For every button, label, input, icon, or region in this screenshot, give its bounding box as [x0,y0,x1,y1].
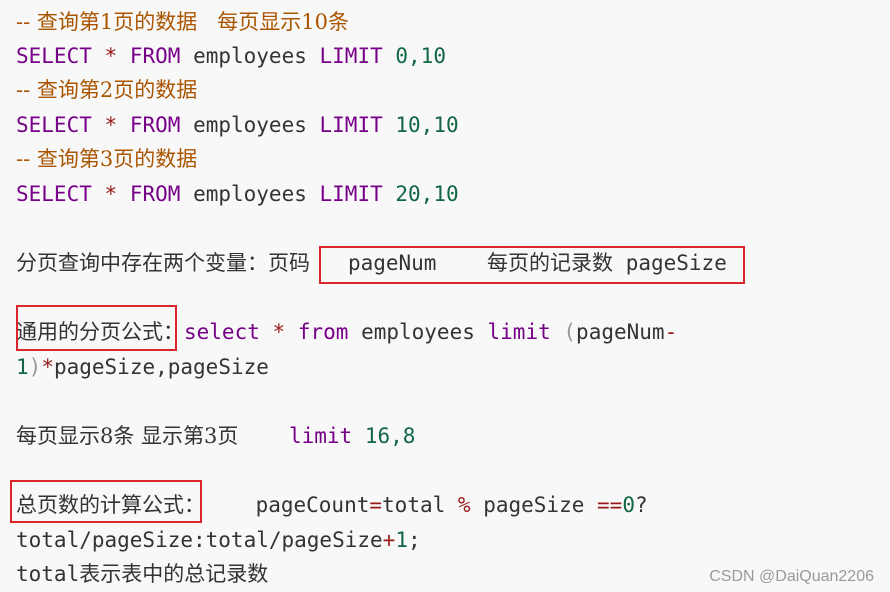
limit-values: 0,10 [395,44,446,68]
from-keyword: FROM [129,113,181,137]
table-name: employees [193,182,307,206]
star-operator: * [272,320,286,344]
times-operator: * [41,355,54,379]
star-operator: * [104,182,118,206]
limit-keyword: LIMIT [319,182,383,206]
select-keyword: select [184,320,260,344]
total-description: 表示表中的总记录数 [79,562,269,586]
limit-values: 10,10 [395,113,459,137]
page-size-variable: pageSize [483,493,585,517]
page-num-variable: pageNum [347,251,437,275]
one-literal: 1 [395,528,408,552]
select-keyword: SELECT [16,44,92,68]
csdn-watermark: CSDN @DaiQuan2206 [709,568,874,585]
formula-rest: pageSize,pageSize [53,355,269,379]
page-size-label: 每页的记录数 [487,251,614,275]
total-formula-line: 总页数的计算公式： pageCount=total % pageSize ==0… [16,488,648,522]
select-keyword: SELECT [16,182,92,206]
code-line-query3: SELECT * FROM employees LIMIT 20,10 [16,177,459,211]
table-name: employees [361,320,475,344]
zero-literal: 0 [622,493,635,517]
total-formula-label: 总页数的计算公式： [16,493,205,517]
one-literal: 1 [16,355,29,379]
select-keyword: SELECT [16,113,92,137]
code-comment-page3: -- 查询第3页的数据 [16,147,198,171]
total-code: total [16,562,80,586]
plus-operator: + [382,528,396,552]
limit-keyword: limit [288,424,353,448]
minus-operator: - [664,320,678,344]
example-label: 每页显示8条 显示第3页 [16,424,239,448]
modulo-operator: % [457,493,471,517]
code-line-query2: SELECT * FROM employees LIMIT 10,10 [16,108,459,142]
star-operator: * [104,113,118,137]
code-line-query1: SELECT * FROM employees LIMIT 0,10 [16,39,446,73]
code-comment-page2: -- 查询第2页的数据 [16,78,198,102]
open-paren: ( [563,320,577,344]
close-paren: ) [28,355,42,379]
general-formula-label: 通用的分页公式 [16,320,163,344]
from-keyword: FROM [129,44,181,68]
variables-line: 分页查询中存在两个变量：页码 pageNum 每页的记录数 pageSize [16,246,727,280]
limit-values: 20,10 [395,182,459,206]
total-description-line: total表示表中的总记录数 [16,557,268,591]
question-mark: ? [634,493,648,517]
limit-keyword: limit [487,320,551,344]
page-size-variable: pageSize [625,251,727,275]
page-count-variable: pageCount [255,493,370,517]
general-formula-line-2: 1)*pageSize,pageSize [16,350,269,384]
total-formula-line-2: total/pageSize:total/pageSize+1; [16,523,421,557]
general-formula-colon: ： [163,320,184,344]
ternary-expression: total/pageSize:total/pageSize [16,528,383,552]
variables-label: 分页查询中存在两个变量：页码 [16,251,310,275]
table-name: employees [193,113,307,137]
from-keyword: from [297,320,349,344]
page-num-variable: pageNum [576,320,665,344]
equality-operator: == [597,493,623,517]
star-operator: * [104,44,118,68]
table-name: employees [193,44,307,68]
from-keyword: FROM [129,182,181,206]
example-line: 每页显示8条 显示第3页 limit 16,8 [16,419,415,453]
code-comment-page1: -- 查询第1页的数据 每页显示10条 [16,10,349,34]
equals-operator: = [369,493,383,517]
limit-values: 16,8 [364,424,416,448]
general-formula-line: 通用的分页公式：select * from employees limit (p… [16,315,677,349]
limit-keyword: LIMIT [319,44,383,68]
total-variable: total [382,493,446,517]
semicolon: ; [407,528,421,552]
limit-keyword: LIMIT [319,113,383,137]
